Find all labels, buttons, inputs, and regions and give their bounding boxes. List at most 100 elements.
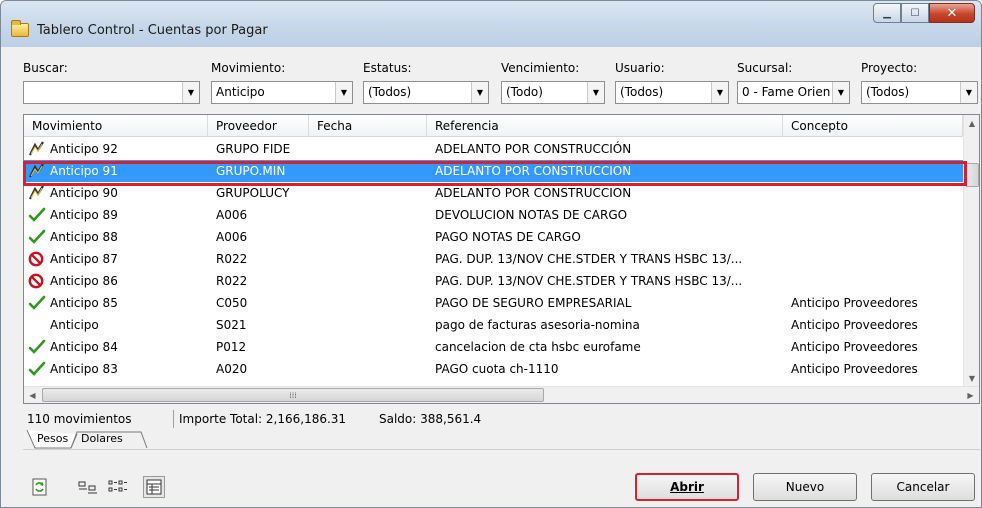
table-row[interactable]: Anticipo 84 P012 cancelacion de cta hsbc e… [24, 336, 964, 358]
open-button-label: Abrir [670, 480, 704, 494]
maximize-button[interactable]: ☐ [901, 3, 929, 23]
cell-proveedor: A020 [216, 362, 248, 376]
cell-movimiento: Anticipo 86 [50, 274, 118, 288]
buscar-select[interactable]: ▼ [23, 81, 200, 104]
tab-pesos[interactable]: Pesos [37, 430, 68, 449]
table-row[interactable]: Anticipo 83 A020 PAGO cuota ch-1110 Anticip… [24, 358, 964, 380]
details-view-button[interactable] [143, 476, 165, 498]
check-icon [28, 339, 46, 355]
column-header-referencia[interactable]: Referencia [427, 115, 783, 137]
cell-referencia: ADELANTO POR CONSTRUCCION [435, 164, 632, 178]
scroll-down-icon[interactable]: ▼ [964, 370, 979, 387]
column-header-concepto[interactable]: Concepto [783, 115, 963, 137]
status-bar: 110 movimientos Importe Total: 2,166,186… [23, 408, 980, 430]
movimiento-select[interactable]: Anticipo ▼ [211, 81, 353, 104]
chevron-down-icon[interactable]: ▼ [182, 82, 199, 103]
horizontal-scrollbar[interactable]: ◀ ⁞⁞⁞ ▶ [24, 386, 979, 403]
vencimiento-select[interactable]: (Todo) ▼ [501, 81, 605, 104]
cell-proveedor: P012 [216, 340, 247, 354]
table-row[interactable]: Anticipo S021 pago de facturas asesoria-no… [24, 314, 964, 336]
proyecto-select[interactable]: (Todos) ▼ [861, 81, 978, 104]
chevron-down-icon[interactable]: ▼ [711, 82, 728, 103]
cell-fecha [317, 336, 427, 358]
small-icons-button[interactable] [77, 476, 99, 498]
scroll-right-icon[interactable]: ▶ [962, 387, 979, 403]
new-button[interactable]: Nuevo [753, 473, 857, 501]
usuario-select[interactable]: (Todos) ▼ [615, 81, 729, 104]
filter-label-estatus: Estatus: [363, 61, 412, 75]
cell-movimiento: Anticipo 83 [50, 362, 118, 376]
open-button[interactable]: Abrir [635, 473, 739, 501]
cell-concepto: Anticipo Proveedores [791, 362, 918, 376]
table-row[interactable]: Anticipo 88 A006 PAGO NOTAS DE CARGO [24, 226, 964, 248]
cell-concepto [791, 204, 963, 226]
movements-grid[interactable]: Movimiento Proveedor Fecha Referencia Co… [23, 114, 980, 404]
minimize-button[interactable]: ▁ [873, 3, 901, 23]
cell-referencia: PAG. DUP. 13/NOV CHE.STDER Y TRANS HSBC … [435, 252, 743, 266]
cell-fecha [317, 138, 427, 160]
table-row[interactable]: Anticipo 92 GRUPO FIDE ADELANTO POR CONSTR… [24, 138, 964, 160]
chevron-down-icon[interactable]: ▼ [832, 82, 849, 103]
filter-label-buscar: Buscar: [23, 61, 68, 75]
column-header-proveedor[interactable]: Proveedor [208, 115, 309, 137]
pending-lightning-icon [28, 141, 46, 157]
cell-referencia: ADELANTO POR CONSTRUCCION [435, 186, 632, 200]
table-row[interactable]: Anticipo 85 C050 PAGO DE SEGURO EMPRESARIA… [24, 292, 964, 314]
cancel-button-label: Cancelar [896, 480, 950, 494]
cell-concepto [791, 160, 963, 182]
cell-movimiento: Anticipo [50, 318, 99, 332]
status-separator [173, 410, 174, 428]
scroll-up-icon[interactable]: ▲ [964, 115, 979, 132]
cell-proveedor: GRUPOLUCY [216, 186, 290, 200]
close-button[interactable]: ✕ [929, 3, 975, 23]
folder-icon [11, 20, 29, 37]
maximize-icon: ☐ [910, 7, 920, 19]
cell-fecha [317, 204, 427, 226]
cancelled-icon [28, 251, 46, 267]
scroll-thumb[interactable] [965, 163, 979, 187]
sucursal-select[interactable]: 0 - Fame Orien ▼ [737, 81, 850, 104]
cell-movimiento: Anticipo 87 [50, 252, 118, 266]
tab-dolares[interactable]: Dolares [81, 430, 123, 449]
cell-movimiento: Anticipo 90 [50, 186, 118, 200]
cell-fecha [317, 314, 427, 336]
cell-concepto: Anticipo Proveedores [791, 318, 918, 332]
cell-proveedor: S021 [216, 318, 247, 332]
movement-count: 110 movimientos [27, 412, 132, 426]
cancelled-icon [28, 273, 46, 289]
chevron-down-icon[interactable]: ▼ [960, 82, 977, 103]
chevron-down-icon[interactable]: ▼ [471, 82, 488, 103]
pending-lightning-icon [28, 163, 46, 179]
cell-movimiento: Anticipo 92 [50, 142, 118, 156]
grid-header: Movimiento Proveedor Fecha Referencia Co… [24, 115, 979, 137]
table-row[interactable]: Anticipo 89 A006 DEVOLUCION NOTAS DE CARGO [24, 204, 964, 226]
blank-icon [28, 317, 46, 333]
cell-fecha [317, 248, 427, 270]
cell-fecha [317, 182, 427, 204]
movimiento-value: Anticipo [216, 85, 265, 99]
table-row[interactable]: Anticipo 86 R022 PAG. DUP. 13/NOV CHE.STDE… [24, 270, 964, 292]
table-row[interactable]: Anticipo 87 R022 PAG. DUP. 13/NOV CHE.STDE… [24, 248, 964, 270]
list-view-button[interactable] [107, 476, 129, 498]
vertical-scrollbar[interactable]: ▲ ▼ [963, 115, 979, 387]
column-header-fecha[interactable]: Fecha [309, 115, 427, 137]
cell-fecha [317, 358, 427, 380]
main-window: Tablero Control - Cuentas por Pagar ▁ ☐ … [0, 0, 982, 508]
chevron-down-icon[interactable]: ▼ [587, 82, 604, 103]
column-header-movimiento[interactable]: Movimiento [24, 115, 208, 137]
cell-concepto [791, 248, 963, 270]
table-row[interactable]: Anticipo 91 GRUPO.MIN ADELANTO POR CONSTRU… [24, 160, 964, 182]
check-icon [28, 229, 46, 245]
refresh-button[interactable] [29, 476, 51, 498]
chevron-down-icon[interactable]: ▼ [335, 82, 352, 103]
scroll-left-icon[interactable]: ◀ [24, 387, 41, 403]
window-title: Tablero Control - Cuentas por Pagar [37, 23, 268, 38]
table-row[interactable]: Anticipo 90 GRUPOLUCY ADELANTO POR CONSTRU… [24, 182, 964, 204]
cancel-button[interactable]: Cancelar [871, 473, 975, 501]
check-icon [28, 207, 46, 223]
cell-movimiento: Anticipo 91 [50, 164, 118, 178]
estatus-select[interactable]: (Todos) ▼ [363, 81, 489, 104]
title-bar[interactable]: Tablero Control - Cuentas por Pagar ▁ ☐ … [1, 1, 981, 47]
cell-proveedor: GRUPO FIDE [216, 142, 291, 156]
scroll-thumb-horizontal[interactable]: ⁞⁞⁞ [42, 388, 544, 402]
